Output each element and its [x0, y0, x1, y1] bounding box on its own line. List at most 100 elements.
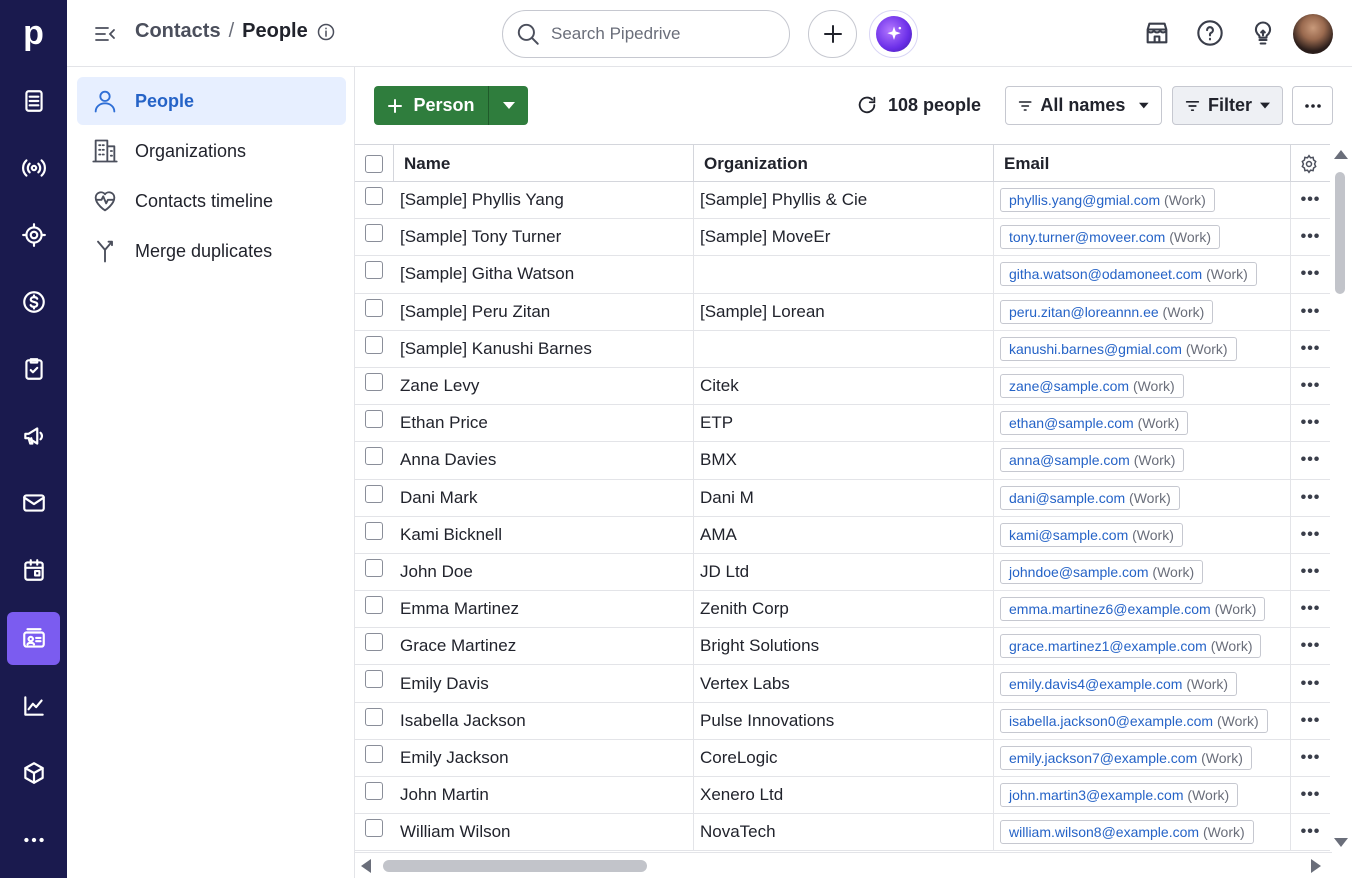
row-more-icon[interactable]: •••	[1301, 414, 1321, 432]
pipedrive-logo[interactable]: p	[0, 0, 67, 66]
organization-name[interactable]: Zenith Corp	[694, 591, 994, 628]
sidebar-item-people[interactable]: People	[77, 77, 346, 125]
column-header-name[interactable]: Name	[394, 145, 694, 182]
row-checkbox[interactable]	[365, 372, 383, 391]
row-more-icon[interactable]: •••	[1301, 712, 1321, 730]
table-row[interactable]: Zane Levy Citek zane@sample.com (Work) •••	[355, 367, 1330, 406]
organization-name[interactable]: [Sample] Phyllis & Cie	[694, 182, 994, 219]
email-address[interactable]: emily.davis4@example.com	[1009, 676, 1182, 692]
table-row[interactable]: [Sample] Githa Watson githa.watson@odamon…	[355, 256, 1330, 294]
lightbulb-icon[interactable]	[1249, 19, 1277, 47]
email-address[interactable]: githa.watson@odamoneet.com	[1009, 266, 1202, 282]
row-more-icon[interactable]: •••	[1301, 191, 1321, 209]
table-row[interactable]: [Sample] Kanushi Barnes kanushi.barnes@gm…	[355, 330, 1330, 368]
sidebar-item-organizations[interactable]: Organizations	[77, 127, 346, 175]
sidebar-item-contacts-timeline[interactable]: Contacts timeline	[77, 177, 346, 225]
megaphone-icon[interactable]	[7, 409, 60, 462]
email-chip[interactable]: john.martin3@example.com (Work)	[1000, 783, 1239, 808]
sidebar-item-merge-duplicates[interactable]: Merge duplicates	[77, 227, 346, 275]
email-chip[interactable]: anna@sample.com (Work)	[1000, 448, 1185, 473]
table-row[interactable]: John Doe JD Ltd johndoe@sample.com (Work) •…	[355, 553, 1330, 592]
email-chip[interactable]: dani@sample.com (Work)	[1000, 485, 1180, 510]
add-person-button[interactable]: Person	[374, 86, 489, 125]
organization-name[interactable]: Citek	[694, 367, 994, 405]
person-name[interactable]: John Martin	[394, 777, 694, 814]
organization-name[interactable]	[694, 256, 994, 293]
email-chip[interactable]: phyllis.yang@gmial.com (Work)	[1000, 188, 1215, 213]
table-row[interactable]: [Sample] Phyllis Yang [Sample] Phyllis & …	[355, 182, 1330, 220]
target-icon[interactable]	[7, 208, 60, 261]
person-name[interactable]: Isabella Jackson	[394, 702, 694, 739]
email-chip[interactable]: grace.martinez1@example.com (Work)	[1000, 634, 1262, 659]
person-name[interactable]: Emily Davis	[394, 665, 694, 702]
breadcrumb-contacts[interactable]: Contacts	[135, 20, 221, 43]
row-more-icon[interactable]: •••	[1301, 489, 1321, 507]
organization-name[interactable]: Xenero Ltd	[694, 777, 994, 814]
row-checkbox[interactable]	[365, 633, 383, 652]
email-chip[interactable]: peru.zitan@loreannn.ee (Work)	[1000, 299, 1214, 324]
mail-icon[interactable]	[7, 476, 60, 529]
table-row[interactable]: Anna Davies BMX anna@sample.com (Work) •••	[355, 442, 1330, 480]
row-checkbox[interactable]	[365, 596, 383, 615]
row-more-icon[interactable]: •••	[1301, 563, 1321, 581]
person-name[interactable]: Anna Davies	[394, 442, 694, 479]
person-name[interactable]: [Sample] Tony Turner	[394, 219, 694, 256]
row-checkbox[interactable]	[365, 261, 383, 280]
table-row[interactable]: Dani Mark Dani Mdani@sample.com (Work) •••	[355, 479, 1330, 517]
more-icon[interactable]	[7, 813, 60, 866]
email-chip[interactable]: kanushi.barnes@gmial.com (Work)	[1000, 336, 1237, 361]
person-name[interactable]: Kami Bicknell	[394, 516, 694, 553]
person-name[interactable]: Grace Martinez	[394, 628, 694, 665]
organization-name[interactable]: [Sample] Lorean	[694, 293, 994, 330]
row-checkbox[interactable]	[365, 670, 383, 689]
info-icon[interactable]	[316, 22, 336, 42]
avatar[interactable]	[1293, 14, 1333, 54]
row-more-icon[interactable]: •••	[1301, 303, 1321, 321]
marketplace-store-icon[interactable]	[1143, 19, 1171, 47]
scroll-up-arrow-icon[interactable]	[1334, 150, 1348, 159]
row-checkbox[interactable]	[365, 335, 383, 354]
email-chip[interactable]: githa.watson@odamoneet.com (Work)	[1000, 262, 1257, 287]
person-name[interactable]: William Wilson	[394, 814, 694, 851]
email-address[interactable]: john.martin3@example.com	[1009, 787, 1184, 803]
email-address[interactable]: dani@sample.com	[1009, 490, 1125, 506]
email-address[interactable]: grace.martinez1@example.com	[1009, 638, 1207, 654]
row-more-icon[interactable]: •••	[1301, 228, 1321, 246]
email-address[interactable]: isabella.jackson0@example.com	[1009, 713, 1213, 729]
vertical-scrollbar[interactable]	[1332, 144, 1352, 852]
email-chip[interactable]: emily.davis4@example.com (Work)	[1000, 671, 1238, 696]
names-filter-dropdown[interactable]: All names	[1005, 86, 1162, 125]
table-row[interactable]: Emily Jackson CoreLogic emily.jackson7@exa…	[355, 739, 1330, 777]
row-more-icon[interactable]: •••	[1301, 823, 1321, 841]
email-chip[interactable]: isabella.jackson0@example.com (Work)	[1000, 708, 1268, 733]
scroll-left-arrow-icon[interactable]	[361, 859, 371, 873]
table-row[interactable]: Isabella Jackson Pulse Innovations isabell…	[355, 702, 1330, 740]
row-checkbox[interactable]	[365, 447, 383, 466]
row-checkbox[interactable]	[365, 410, 383, 429]
table-row[interactable]: Emma Martinez Zenith Corp emma.martinez6@e…	[355, 591, 1330, 629]
scroll-down-arrow-icon[interactable]	[1334, 838, 1348, 847]
organization-name[interactable]: BMX	[694, 442, 994, 479]
email-address[interactable]: zane@sample.com	[1009, 378, 1129, 394]
email-address[interactable]: william.wilson8@example.com	[1009, 824, 1199, 840]
row-checkbox[interactable]	[365, 224, 383, 243]
organization-name[interactable]: [Sample] MoveEr	[694, 219, 994, 256]
row-checkbox[interactable]	[365, 484, 383, 503]
person-name[interactable]: [Sample] Phyllis Yang	[394, 182, 694, 219]
row-more-icon[interactable]: •••	[1301, 340, 1321, 358]
table-row[interactable]: Kami Bicknell AMA kami@sample.com (Work) ••…	[355, 516, 1330, 554]
horizontal-scrollbar[interactable]	[355, 852, 1332, 878]
row-more-icon[interactable]: •••	[1301, 675, 1321, 693]
person-name[interactable]: Ethan Price	[394, 405, 694, 442]
row-checkbox[interactable]	[365, 521, 383, 540]
email-address[interactable]: kami@sample.com	[1009, 527, 1128, 543]
email-address[interactable]: tony.turner@moveer.com	[1009, 229, 1165, 245]
select-all-checkbox[interactable]	[365, 154, 383, 173]
table-row[interactable]: Ethan Price ETP ethan@sample.com (Work) •••	[355, 405, 1330, 443]
column-header-email[interactable]: Email	[994, 145, 1291, 182]
organization-name[interactable]: NovaTech	[694, 814, 994, 851]
email-address[interactable]: anna@sample.com	[1009, 452, 1130, 468]
table-row[interactable]: [Sample] Tony Turner [Sample] MoveEr tony.…	[355, 219, 1330, 257]
organization-name[interactable]: Dani M	[694, 479, 994, 516]
row-checkbox[interactable]	[365, 298, 383, 317]
